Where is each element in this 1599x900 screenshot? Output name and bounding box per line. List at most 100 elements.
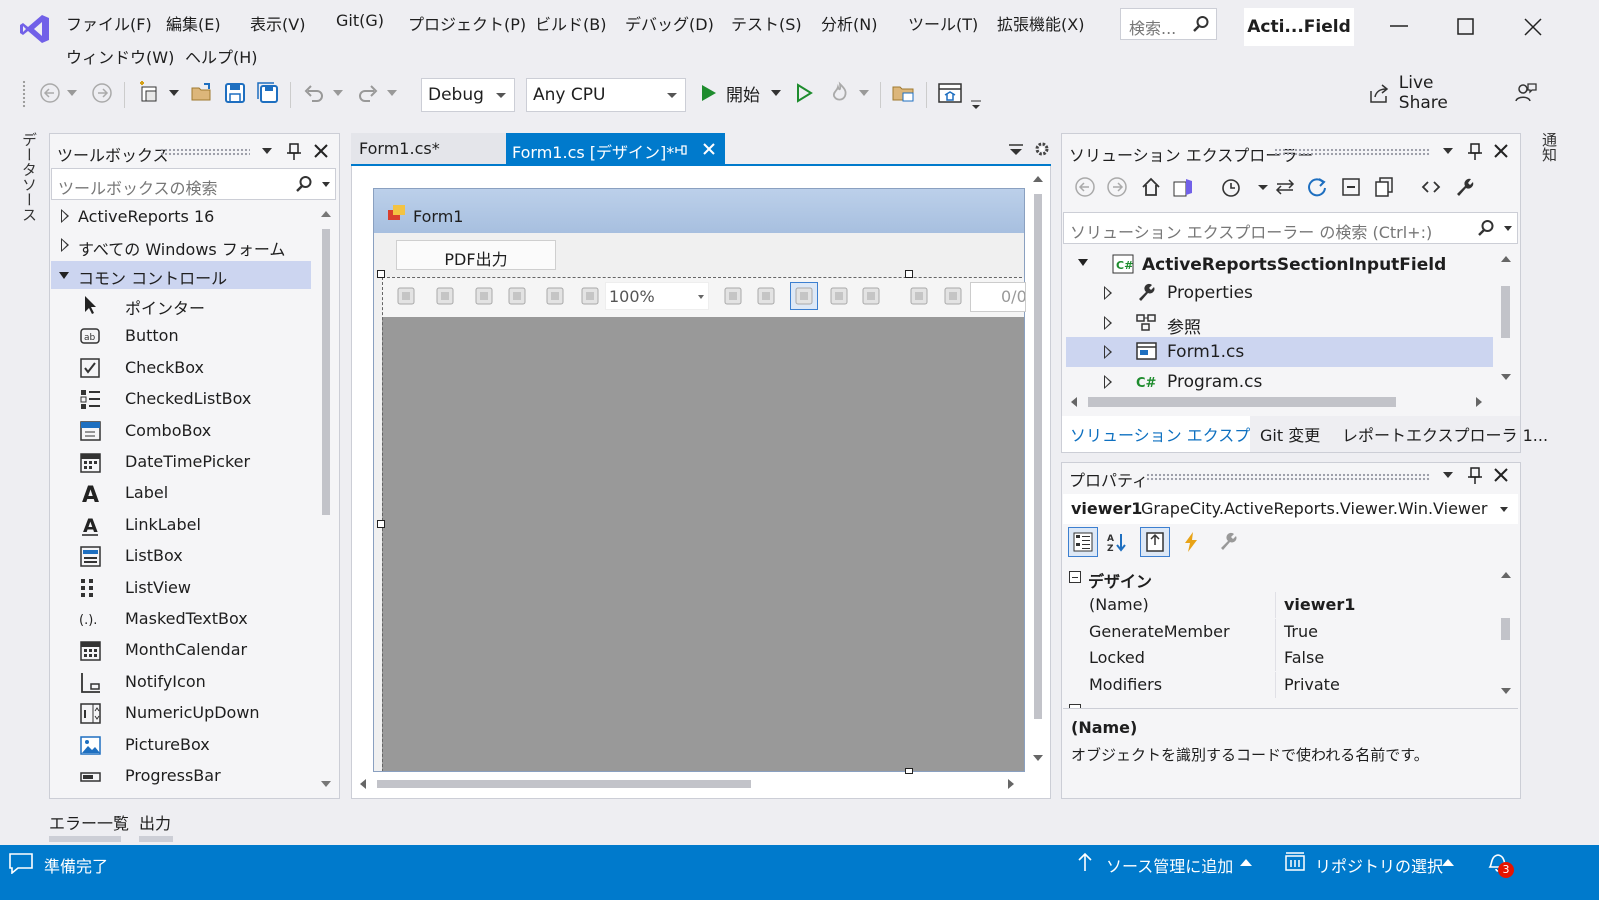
find-icon[interactable] <box>503 282 531 310</box>
editor-tab-form1-cs[interactable]: Form1.cs* <box>351 133 506 164</box>
menu-item-7[interactable]: テスト(S) <box>731 11 802 35</box>
tab-error-list[interactable]: エラー一覧 <box>49 810 129 834</box>
tab-list-dropdown-icon[interactable] <box>1008 143 1024 157</box>
live-share-button[interactable]: Live Share <box>1368 73 1483 113</box>
tree-item[interactable]: Properties <box>1066 278 1493 308</box>
chevron-down-icon[interactable] <box>856 78 872 108</box>
scroll-right-icon[interactable] <box>1008 779 1014 789</box>
close-icon[interactable] <box>1493 467 1509 483</box>
tab-git-changes[interactable]: Git 変更 <box>1252 422 1328 446</box>
close-tab-icon[interactable] <box>702 142 716 156</box>
collapse-all-icon[interactable] <box>1340 176 1364 202</box>
redo-icon[interactable] <box>354 78 382 108</box>
start-button[interactable]: 開始 <box>698 78 768 108</box>
scroll-left-icon[interactable] <box>360 779 366 789</box>
resize-handle[interactable] <box>377 520 385 528</box>
menu-item-2[interactable]: 表示(V) <box>250 11 305 35</box>
close-icon[interactable] <box>1493 143 1509 159</box>
output-status-icon[interactable] <box>8 852 34 874</box>
scroll-left-icon[interactable] <box>1071 397 1077 407</box>
sync-icon[interactable] <box>1274 176 1298 202</box>
chevron-down-icon[interactable] <box>262 148 272 154</box>
tree-project[interactable]: C# ActiveReportsSectionInputField <box>1066 250 1496 280</box>
chevron-down-icon[interactable] <box>768 78 784 108</box>
page-width-icon[interactable] <box>719 282 747 310</box>
events-icon[interactable] <box>1176 527 1206 557</box>
scroll-up-icon[interactable] <box>1501 572 1511 578</box>
vs-switch-icon[interactable] <box>1172 176 1196 202</box>
toolbox-item[interactable]: ListView <box>51 573 311 604</box>
chevron-down-icon[interactable] <box>1443 472 1453 478</box>
browse-folder-icon[interactable] <box>890 78 918 108</box>
menu-item-10[interactable]: 拡張機能(X) <box>997 11 1084 35</box>
undo-icon[interactable] <box>300 78 328 108</box>
toolbox-scrollbar[interactable] <box>318 205 334 795</box>
toolbox-item[interactable]: (.). MaskedTextBox <box>51 604 311 635</box>
toolbox-item[interactable]: ComboBox <box>51 416 311 447</box>
toolbox-group-2[interactable]: コモン コントロール <box>51 261 311 289</box>
vs-logo-icon[interactable] <box>18 12 52 46</box>
menu-item-1[interactable]: 編集(E) <box>166 11 221 35</box>
toolbox-item[interactable]: PictureBox <box>51 730 311 761</box>
page-counter[interactable]: 0/0 <box>970 282 1026 312</box>
property-row[interactable]: Locked False <box>1087 645 1507 671</box>
menu-item-0[interactable]: ファイル(F) <box>66 11 152 35</box>
close-window-button[interactable] <box>1522 16 1544 38</box>
show-all-files-icon[interactable] <box>1373 176 1397 202</box>
property-category[interactable]: デザイン <box>1066 566 1496 591</box>
scroll-up-icon[interactable] <box>1501 256 1511 262</box>
search-box[interactable]: 検索... <box>1120 8 1217 40</box>
scroll-thumb[interactable] <box>1501 286 1510 338</box>
tree-item[interactable]: Form1.cs <box>1066 337 1493 367</box>
menu-item-8[interactable]: 分析(N) <box>821 11 877 35</box>
scroll-down-icon[interactable] <box>1501 374 1511 380</box>
toolbox-item[interactable]: A Label <box>51 478 311 509</box>
wrench-icon[interactable] <box>1453 176 1477 202</box>
toolbox-item[interactable]: NumericUpDown <box>51 698 311 729</box>
se-vscroll[interactable] <box>1499 250 1513 390</box>
tree-item[interactable]: C# Program.cs <box>1066 367 1493 397</box>
scroll-up-icon[interactable] <box>321 211 331 217</box>
tab-solution-explorer[interactable]: ソリューション エクスプロ... <box>1062 416 1250 452</box>
pdf-export-button[interactable]: PDF出力 <box>396 240 556 270</box>
property-row[interactable]: GenerateMember True <box>1087 618 1507 645</box>
scroll-thumb[interactable] <box>377 780 751 788</box>
menu-item-3[interactable]: Git(G) <box>336 11 384 30</box>
chevron-down-icon[interactable] <box>1443 148 1453 154</box>
save-all-icon[interactable] <box>254 78 282 108</box>
menu-item-9[interactable]: ツール(T) <box>908 11 978 35</box>
editor-vscroll[interactable] <box>1029 170 1047 770</box>
object-selector[interactable]: viewer1 GrapeCity.ActiveReports.Viewer.W… <box>1063 494 1518 524</box>
se-hscroll[interactable] <box>1066 394 1496 410</box>
gear-icon[interactable] <box>1034 141 1050 157</box>
copy-icon[interactable] <box>470 282 498 310</box>
pin-icon[interactable] <box>1468 143 1482 161</box>
chevron-down-icon[interactable] <box>64 78 80 108</box>
toolbox-item[interactable]: CheckBox <box>51 353 311 384</box>
platform-select[interactable]: Any CPU <box>526 78 686 112</box>
new-project-icon[interactable] <box>136 78 164 108</box>
first-page-icon[interactable] <box>905 282 933 310</box>
notification-strip[interactable]: 通知 <box>1534 132 1560 192</box>
toolbox-item[interactable]: NotifyIcon <box>51 667 311 698</box>
scroll-down-icon[interactable] <box>321 781 331 787</box>
scroll-up-icon[interactable] <box>1033 176 1043 182</box>
toolbox-item[interactable]: ListBox <box>51 541 311 572</box>
menu-item-4[interactable]: プロジェクト(P) <box>408 11 526 35</box>
property-pages-icon[interactable] <box>1140 527 1170 557</box>
code-view-icon[interactable] <box>1420 176 1444 202</box>
menu-item-5[interactable]: ビルド(B) <box>535 11 606 35</box>
chevron-down-icon[interactable] <box>330 78 346 108</box>
chevron-down-icon[interactable] <box>166 78 182 108</box>
toolbox-group-1[interactable]: すべての Windows フォーム <box>51 232 311 260</box>
scroll-thumb[interactable] <box>1034 194 1042 719</box>
toolbox-item[interactable]: CheckedListBox <box>51 384 311 415</box>
scroll-thumb[interactable] <box>1088 397 1396 407</box>
scroll-thumb[interactable] <box>322 229 330 515</box>
maximize-button[interactable] <box>1455 16 1477 38</box>
zoom-in-icon[interactable] <box>576 282 604 310</box>
chevron-up-icon[interactable] <box>1442 859 1454 866</box>
editor-tab-form1-design[interactable]: Form1.cs [デザイン]* <box>506 133 725 164</box>
open-folder-icon[interactable] <box>188 78 216 108</box>
resize-handle[interactable] <box>905 768 913 774</box>
